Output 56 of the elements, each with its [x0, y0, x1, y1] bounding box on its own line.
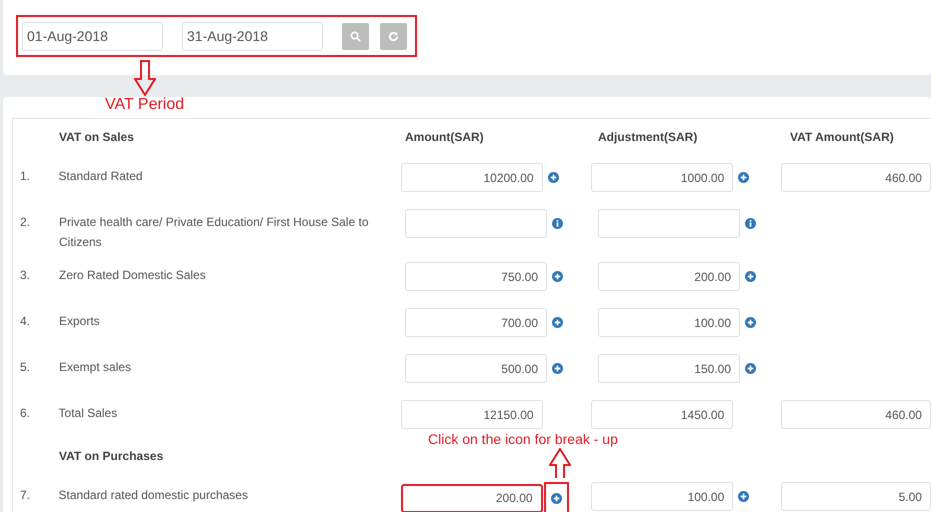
amount-field[interactable]: 100.00 — [598, 308, 740, 337]
amount-field[interactable]: 150.00 — [598, 354, 740, 383]
row-number: 5. — [20, 359, 32, 376]
plus-circle-icon[interactable] — [552, 363, 563, 374]
amount-field[interactable]: 200.00 — [400, 484, 543, 512]
row-number: 7. — [20, 487, 32, 504]
amount-field[interactable]: 500.00 — [405, 354, 547, 383]
row-number: 2. — [20, 214, 32, 231]
date-field[interactable]: 01-Aug-2018 — [22, 22, 163, 50]
plus-circle-icon[interactable] — [738, 491, 750, 502]
row-label: Exports — [59, 314, 100, 328]
row-number: 4. — [20, 313, 32, 330]
plus-circle-icon[interactable] — [550, 492, 562, 504]
column-header: Adjustment(SAR) — [598, 129, 698, 146]
plus-circle-icon[interactable] — [745, 317, 756, 328]
date-field[interactable]: 31-Aug-2018 — [182, 22, 323, 50]
amount-field[interactable]: 1000.00 — [591, 163, 734, 192]
annotation-text: Click on the icon for break - up — [428, 431, 618, 447]
refresh-icon — [388, 30, 399, 42]
column-header: VAT on Sales — [59, 129, 135, 146]
search-icon — [350, 30, 361, 42]
amount-field[interactable]: 1450.00 — [591, 400, 734, 429]
amount-field[interactable]: 12150.00 — [400, 400, 543, 429]
row-label: Exempt sales — [59, 360, 132, 374]
up-arrow-icon — [549, 448, 571, 478]
down-arrow-icon — [134, 60, 156, 96]
section-heading: VAT on Purchases — [59, 448, 164, 465]
row-label: Standard Rated — [58, 169, 143, 183]
plus-circle-icon[interactable] — [552, 271, 563, 282]
row-label: Private health care/ Private Education/ First House Sale to Citizens — [59, 215, 368, 249]
vat-amount-field[interactable]: 460.00 — [780, 400, 931, 429]
vat-amount-field[interactable]: 5.00 — [780, 482, 931, 511]
amount-field[interactable]: 10200.00 — [400, 163, 543, 192]
column-header: Amount(SAR) — [405, 129, 485, 146]
amount-field[interactable] — [598, 209, 740, 238]
plus-circle-icon[interactable] — [745, 271, 756, 282]
amount-field[interactable]: 700.00 — [405, 308, 547, 337]
plus-circle-icon[interactable] — [548, 172, 559, 183]
plus-circle-icon[interactable] — [552, 317, 563, 328]
amount-field[interactable]: 200.00 — [598, 262, 740, 291]
column-header: VAT Amount(SAR) — [790, 129, 894, 146]
vat-amount-field[interactable]: 460.00 — [780, 163, 931, 192]
info-circle-icon[interactable] — [552, 218, 563, 229]
row-number: 6. — [20, 405, 32, 422]
plus-circle-icon[interactable] — [738, 172, 750, 183]
amount-field[interactable] — [405, 209, 547, 238]
row-label: Standard rated domestic purchases — [58, 488, 248, 502]
row-label: Zero Rated Domestic Sales — [59, 268, 206, 282]
row-number: 3. — [20, 267, 32, 284]
amount-field[interactable]: 750.00 — [405, 262, 547, 291]
info-circle-icon[interactable] — [745, 218, 756, 229]
row-label: Total Sales — [58, 406, 118, 420]
plus-circle-icon[interactable] — [745, 363, 756, 374]
annotation-text: VAT Period — [105, 96, 184, 114]
row-number: 1. — [20, 168, 32, 185]
amount-field[interactable]: 100.00 — [591, 482, 734, 511]
